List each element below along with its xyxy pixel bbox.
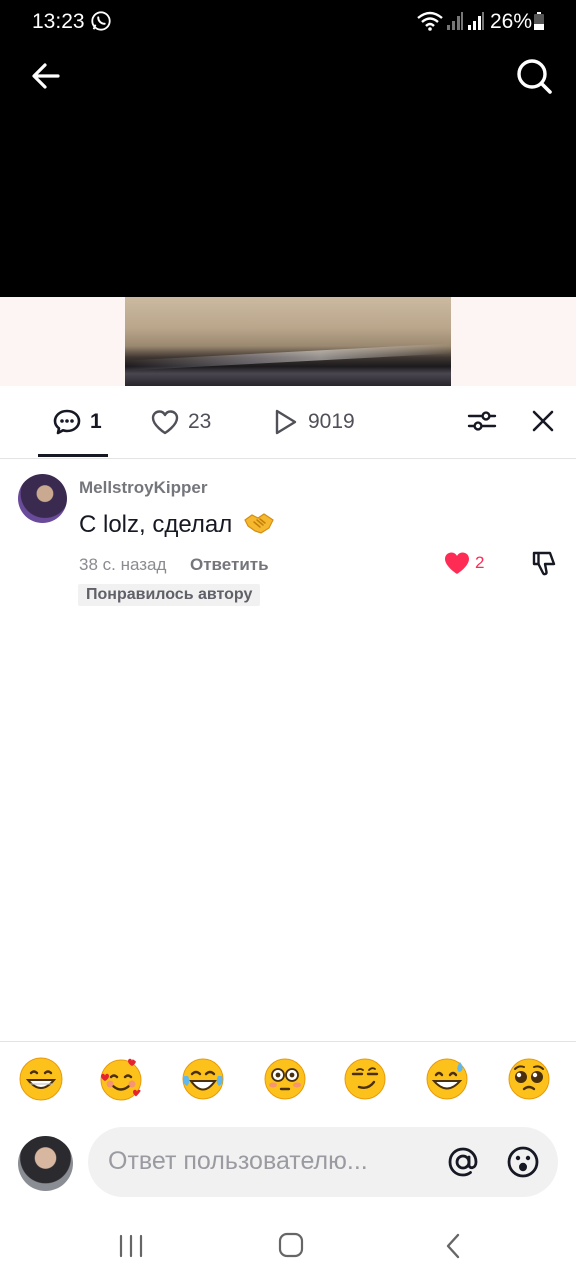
whatsapp-icon (91, 11, 111, 31)
tab-likes[interactable]: 23 (150, 406, 211, 438)
battery-icon (534, 12, 544, 30)
likes-count: 23 (188, 410, 212, 433)
flushed-face-emoji-icon[interactable] (262, 1056, 308, 1102)
recent-apps-icon[interactable] (118, 1234, 144, 1258)
comment-icon (53, 409, 81, 435)
smiling-face-with-hearts-emoji-icon[interactable] (98, 1056, 144, 1102)
comment-like-count: 2 (475, 553, 485, 572)
status-time: 13:23 (32, 10, 85, 33)
pleading-face-emoji-icon[interactable] (506, 1056, 552, 1102)
wifi-icon (417, 11, 443, 31)
smirking-face-emoji-icon[interactable] (342, 1056, 388, 1102)
home-icon[interactable] (278, 1232, 304, 1258)
filter-sliders-icon[interactable] (466, 405, 498, 437)
tears-of-joy-emoji-icon[interactable] (180, 1056, 226, 1102)
handshake-emoji-icon (244, 513, 274, 534)
chevron-left-icon[interactable] (440, 1232, 466, 1260)
quick-emoji-row (0, 1056, 576, 1110)
heart-outline-icon (151, 410, 179, 435)
video-frame (125, 297, 451, 386)
composer-divider (0, 1041, 576, 1042)
status-bar: 13:23 26% (0, 0, 576, 44)
current-user-avatar (18, 1136, 73, 1191)
tab-active-indicator (38, 454, 108, 457)
signal-icon (468, 12, 484, 30)
reply-input-placeholder: Ответ пользователю... (108, 1147, 368, 1175)
comment-text: С lolz, сделал (79, 510, 275, 539)
comment-username[interactable]: MellstroyKipper (79, 478, 207, 498)
emoji-picker-icon[interactable] (506, 1145, 540, 1179)
mention-at-icon[interactable] (446, 1145, 480, 1179)
close-icon[interactable] (528, 405, 558, 437)
play-icon (275, 409, 297, 435)
reply-button[interactable]: Ответить (190, 555, 269, 575)
liked-by-author-badge: Понравилось автору (78, 584, 261, 606)
tab-comments[interactable]: 1 (52, 406, 102, 438)
video-preview[interactable] (0, 297, 576, 386)
tab-views[interactable]: 9019 (270, 406, 355, 438)
comment-time: 38 с. назад (79, 555, 167, 574)
heart-filled-icon[interactable] (443, 549, 471, 577)
reply-input[interactable]: Ответ пользователю... (88, 1127, 558, 1197)
thumbs-down-icon[interactable] (530, 549, 558, 577)
commenter-avatar[interactable] (18, 474, 67, 523)
comment-body: С lolz, сделал (79, 511, 233, 538)
signal-icon (447, 12, 463, 30)
grinning-face-emoji-icon[interactable] (18, 1056, 64, 1102)
views-count: 9019 (308, 410, 355, 433)
video-player-area[interactable]: 13:23 26% (0, 0, 576, 297)
arrow-left-icon[interactable] (26, 56, 66, 96)
battery-percent: 26% (490, 10, 533, 33)
comments-count: 1 (90, 410, 102, 433)
search-icon[interactable] (512, 56, 554, 96)
system-nav-bar (0, 1218, 576, 1280)
grinning-sweat-emoji-icon[interactable] (424, 1056, 470, 1102)
